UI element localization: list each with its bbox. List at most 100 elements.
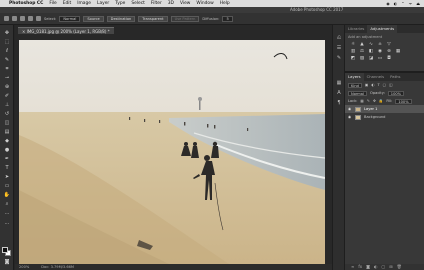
gradient-tool-icon[interactable]: ▤ [3, 129, 11, 135]
brushes-icon[interactable]: ✎ [336, 55, 342, 61]
tab-channels[interactable]: Channels [364, 73, 388, 81]
invert-icon[interactable]: ◩ [350, 56, 356, 61]
healing-brush-tool-icon[interactable]: ⊕ [3, 84, 11, 90]
exposure-icon[interactable]: ± [377, 42, 383, 47]
source-button[interactable]: Source [83, 15, 104, 22]
move-tool-icon[interactable]: ✥ [3, 30, 11, 36]
character-icon[interactable]: A [336, 90, 342, 96]
hand-tool-icon[interactable]: ✋ [3, 192, 11, 198]
gradient-map-icon[interactable]: ▭ [377, 56, 383, 61]
document-tab[interactable]: × IMG_0181.jpg @ 200% (Layer 1, RGB/8) * [18, 27, 114, 34]
menu-type[interactable]: Type [115, 1, 125, 6]
menu-edit[interactable]: Edit [63, 1, 72, 6]
marquee-tool-icon[interactable]: ⬚ [3, 39, 11, 45]
new-layer-icon[interactable]: ⊞ [389, 264, 392, 270]
filter-pixel-icon[interactable]: ▣ [365, 83, 368, 87]
eraser-tool-icon[interactable]: ◫ [3, 120, 11, 126]
zoom-tool-icon[interactable]: ⌕ [3, 201, 11, 207]
color-lookup-icon[interactable]: ▦ [395, 49, 401, 54]
menu-filter[interactable]: Filter [151, 1, 162, 6]
menu-window[interactable]: Window [196, 1, 213, 6]
history-icon[interactable]: ⎌ [336, 35, 342, 41]
black-white-icon[interactable]: ◧ [368, 49, 374, 54]
edit-toolbar-icon[interactable]: ⋯ [3, 221, 11, 227]
layer-style-icon[interactable]: fx [358, 264, 362, 270]
app-menu[interactable]: Photoshop CC [9, 1, 43, 6]
rectangle-tool-icon[interactable]: ▭ [3, 183, 11, 189]
tab-paths[interactable]: Paths [387, 73, 403, 81]
trash-icon[interactable]: 🗑 [397, 264, 402, 270]
status-icon-1[interactable]: ◉ [386, 1, 390, 7]
patch-mode-select[interactable]: Normal [59, 15, 81, 22]
opacity-input[interactable]: 100% [387, 90, 405, 96]
levels-icon[interactable]: ▲ [359, 42, 365, 47]
layer-row-background[interactable]: ◉ Background [345, 113, 424, 121]
tab-adjustments[interactable]: Adjustments [367, 25, 398, 33]
new-selection-icon[interactable] [20, 16, 25, 21]
eject-icon[interactable]: ⏏ [416, 1, 420, 7]
photo-filter-icon[interactable]: ◉ [377, 49, 383, 54]
menu-select[interactable]: Select [131, 1, 145, 6]
patch-tool-preset-icon[interactable] [12, 16, 17, 21]
lock-brush-icon[interactable]: ✎ [367, 99, 370, 103]
curves-icon[interactable]: ∿ [368, 42, 374, 47]
menu-3d[interactable]: 3D [168, 1, 174, 6]
filter-shape-icon[interactable]: ▢ [383, 83, 386, 87]
tab-libraries[interactable]: Libraries [345, 25, 367, 33]
blend-mode-select[interactable]: Normal [348, 90, 368, 96]
menu-help[interactable]: Help [220, 1, 230, 6]
lasso-tool-icon[interactable]: ℓ [3, 48, 11, 54]
zoom-level[interactable]: 200% [19, 264, 29, 270]
more-tools-icon[interactable]: … [3, 210, 11, 216]
lock-pixels-icon[interactable]: ▦ [360, 99, 363, 103]
filter-type-icon[interactable]: T [377, 83, 379, 87]
paragraph-icon[interactable]: ¶ [336, 100, 342, 106]
lock-all-icon[interactable]: 🔒 [379, 99, 383, 103]
link-layers-icon[interactable]: ∞ [351, 264, 354, 270]
status-icon-2[interactable]: ◐ [394, 1, 398, 7]
brush-tool-icon[interactable]: ✐ [3, 93, 11, 99]
kind-filter-select[interactable]: Kind [348, 82, 362, 88]
swatches-icon[interactable]: ▦ [336, 80, 342, 86]
brightness-icon[interactable]: ☼ [350, 42, 356, 47]
home-icon[interactable] [4, 16, 9, 21]
crop-tool-icon[interactable]: ⌗ [3, 66, 11, 72]
filter-adjustment-icon[interactable]: ◐ [371, 83, 374, 87]
status-icon-3[interactable]: ⌃ [401, 1, 404, 7]
lock-move-icon[interactable]: ✥ [373, 99, 376, 103]
destination-button[interactable]: Destination [106, 15, 136, 22]
threshold-icon[interactable]: ◪ [368, 56, 374, 61]
foreground-color-swatch[interactable] [2, 247, 8, 253]
blur-tool-icon[interactable]: ◆ [3, 138, 11, 144]
channel-mixer-icon[interactable]: ⊛ [386, 49, 392, 54]
color-balance-icon[interactable]: ⚖ [359, 49, 365, 54]
layer-row-layer-1[interactable]: ◉ Layer 1 [345, 105, 424, 113]
subtract-selection-icon[interactable] [36, 16, 41, 21]
type-tool-icon[interactable]: T [3, 165, 11, 171]
history-brush-tool-icon[interactable]: ↺ [3, 111, 11, 117]
transparent-button[interactable]: Transparent [138, 15, 168, 22]
menu-image[interactable]: Image [77, 1, 91, 6]
visibility-eye-icon[interactable]: ◉ [348, 107, 352, 111]
filter-smart-icon[interactable]: ◫ [389, 83, 392, 87]
menu-file[interactable]: File [49, 1, 56, 6]
diffusion-select[interactable]: 5 [222, 15, 233, 22]
clone-stamp-tool-icon[interactable]: ⊥ [3, 102, 11, 108]
tab-layers[interactable]: Layers [345, 73, 364, 81]
posterize-icon[interactable]: ▨ [359, 56, 365, 61]
dodge-tool-icon[interactable]: ● [3, 147, 11, 153]
add-selection-icon[interactable] [28, 16, 33, 21]
quick-mask-icon[interactable]: ◙ [3, 259, 11, 265]
menu-view[interactable]: View [180, 1, 190, 6]
wifi-icon[interactable]: ᯤ [409, 1, 413, 7]
visibility-eye-icon[interactable]: ◉ [348, 115, 352, 119]
add-mask-icon[interactable]: ◙ [366, 264, 370, 270]
fill-input[interactable]: 100% [395, 98, 412, 104]
eyedropper-tool-icon[interactable]: ⊸ [3, 75, 11, 81]
menu-layer[interactable]: Layer [97, 1, 109, 6]
image-canvas[interactable] [19, 40, 325, 264]
properties-icon[interactable]: ☰ [336, 45, 342, 51]
path-select-tool-icon[interactable]: ➤ [3, 174, 11, 180]
vibrance-icon[interactable]: ▽ [386, 42, 392, 47]
quick-select-tool-icon[interactable]: ✎ [3, 57, 11, 63]
